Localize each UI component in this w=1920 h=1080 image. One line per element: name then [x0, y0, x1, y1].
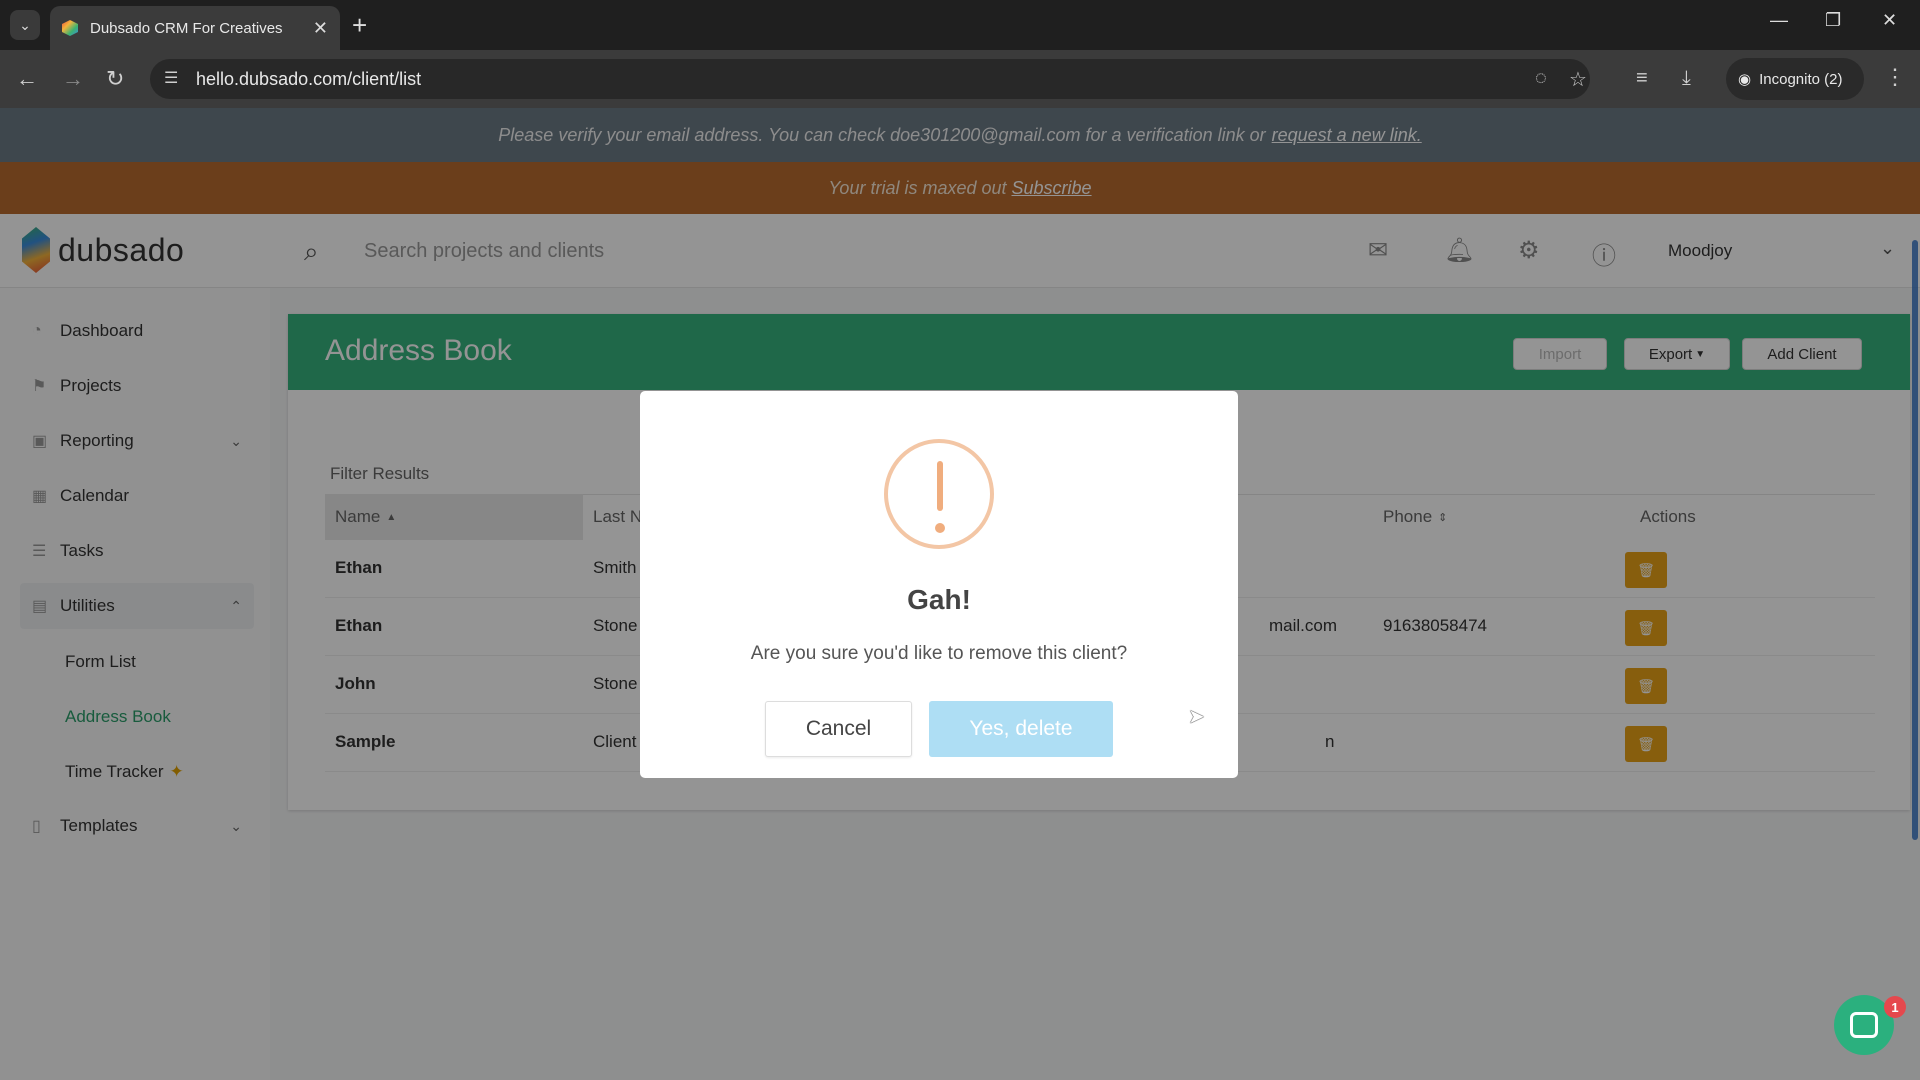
dialog-message: Are you sure you'd like to remove this c…	[750, 643, 1128, 664]
incognito-label: Incognito (2)	[1759, 70, 1843, 88]
browser-toolbar: ← → ↻ ☰ hello.dubsado.com/client/list ◌ …	[0, 50, 1920, 108]
reload-icon[interactable]: ↻	[106, 65, 124, 93]
confirm-delete-dialog: Gah! Are you sure you'd like to remove t…	[640, 391, 1238, 778]
warning-bar	[937, 461, 943, 511]
warning-icon	[884, 439, 994, 549]
mouse-cursor-icon: ➤	[1188, 706, 1205, 728]
address-bar[interactable]: ☰ hello.dubsado.com/client/list ◌ ☆	[150, 59, 1590, 99]
close-tab-icon[interactable]: ✕	[313, 18, 328, 39]
star-icon[interactable]: ☆	[1569, 67, 1587, 92]
minimize-icon[interactable]: —	[1770, 10, 1788, 31]
tab-list-button[interactable]: ⌄	[10, 10, 40, 40]
restore-icon[interactable]: ❐	[1825, 10, 1841, 31]
new-tab-button[interactable]: +	[352, 10, 367, 40]
forward-icon[interactable]: →	[62, 65, 84, 93]
dialog-title: Gah!	[907, 584, 971, 615]
incognito-icon: ◉	[1738, 71, 1752, 88]
eye-off-icon[interactable]: ◌	[1535, 67, 1547, 90]
close-window-icon[interactable]: ✕	[1882, 10, 1897, 31]
back-icon[interactable]: ←	[16, 65, 38, 93]
site-info-icon[interactable]: ☰	[164, 68, 178, 88]
browser-tab-bar: ⌄ Dubsado CRM For Creatives ✕ + — ❐ ✕	[0, 0, 1920, 50]
incognito-indicator[interactable]: ◉ Incognito (2)	[1726, 58, 1864, 100]
chat-icon	[1850, 1012, 1878, 1038]
download-icon[interactable]: ⤓	[1682, 67, 1691, 90]
browser-tab[interactable]: Dubsado CRM For Creatives ✕	[50, 6, 340, 50]
tab-title: Dubsado CRM For Creatives	[90, 19, 283, 37]
dubsado-favicon-icon	[62, 20, 78, 36]
cancel-button[interactable]: Cancel	[765, 701, 912, 757]
url-text: hello.dubsado.com/client/list	[196, 69, 422, 89]
warning-dot	[935, 523, 945, 533]
chat-unread-badge: 1	[1884, 996, 1906, 1018]
media-control-icon[interactable]: ≡	[1636, 67, 1648, 90]
chevron-down-icon: ⌄	[19, 16, 31, 33]
confirm-delete-button[interactable]: Yes, delete	[929, 701, 1113, 757]
browser-menu-icon[interactable]: ⋮	[1884, 64, 1906, 90]
